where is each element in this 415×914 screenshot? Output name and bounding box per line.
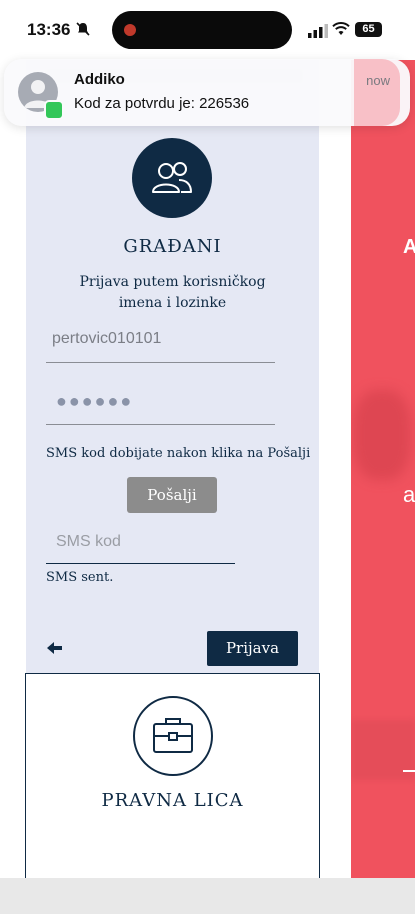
sms-info-text: SMS kod dobijate nakon klika na Pošalji [46, 446, 311, 461]
recording-indicator-icon [124, 24, 136, 36]
sms-code-input[interactable]: SMS kod [46, 526, 235, 564]
password-value: ●●●●●● [56, 391, 134, 411]
username-field[interactable]: pertovic010101 [46, 322, 275, 363]
gradjani-panel: GRAĐANI Prijava putem korisničkog imena … [26, 126, 319, 674]
notification-banner[interactable]: Addiko Kod za potvrdu je: 226536 now [4, 59, 410, 126]
username-value: pertovic010101 [52, 330, 162, 347]
cellular-signal-icon [308, 24, 328, 38]
pravna-lica-panel[interactable]: PRAVNA LICA [25, 673, 320, 880]
notification-app-name: Addiko [74, 71, 125, 88]
sms-code-placeholder: SMS kod [56, 533, 121, 550]
login-button[interactable]: Prijava [207, 631, 298, 666]
battery-icon: 65 [355, 22, 382, 37]
bottom-browser-bar [0, 878, 415, 914]
wifi-icon [332, 22, 350, 35]
promo-heading-fragment: A [403, 236, 415, 258]
bell-muted-icon [76, 22, 90, 36]
back-arrow-icon[interactable] [46, 638, 64, 658]
briefcase-icon [133, 696, 213, 776]
gradjani-title: GRAĐANI [123, 236, 222, 257]
status-time: 13:36 [27, 20, 71, 39]
notification-time: now [366, 73, 390, 88]
pravna-lica-title: PRAVNA LICA [101, 790, 244, 811]
status-bar: 13:36 65 [0, 0, 415, 60]
password-field[interactable]: ●●●●●● [46, 384, 275, 425]
send-sms-button[interactable]: Pošalji [127, 477, 217, 513]
promo-divider [403, 770, 415, 772]
users-icon [132, 138, 212, 218]
notification-time-area: now [354, 59, 400, 126]
gradjani-subtitle: Prijava putem korisničkog imena i lozink… [79, 274, 266, 311]
promo-image [353, 390, 411, 480]
promo-text-fragment: a [403, 482, 415, 507]
notification-message: Kod za potvrdu je: 226536 [74, 95, 250, 112]
promo-panel: A a [351, 60, 415, 878]
dynamic-island [112, 11, 292, 49]
sms-status-text: SMS sent. [46, 570, 114, 585]
messages-app-icon [44, 100, 64, 120]
